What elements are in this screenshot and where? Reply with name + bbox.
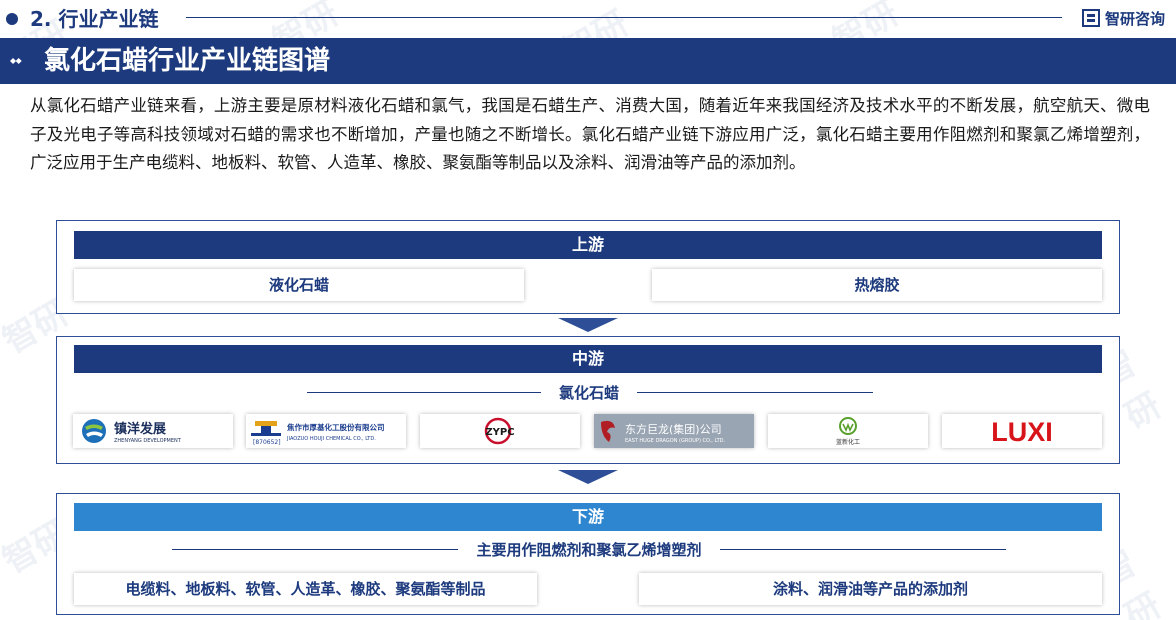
company-logo-east-huge-dragon: 东方巨龙(集团)公司 EAST HUGE DRAGON (GROUP) CO.,… [594,414,754,448]
company-name: LUXI [991,417,1053,446]
houji-logo-icon: [870652] 焦作市厚基化工股份有限公司 JIAOZUO HOUJI CHE… [251,421,385,446]
downstream-panel: 下游 主要用作阻燃剂和聚氯乙烯增塑剂 电缆料、地板料、软管、人造革、橡胶、聚氨酯… [56,493,1120,615]
lanxin-logo-icon: 蓝新化工 [836,417,860,446]
section-title: 2. 行业产业链 [30,7,159,31]
downstream-header: 下游 [74,503,1102,531]
company-logo-houji: [870652] 焦作市厚基化工股份有限公司 JIAOZUO HOUJI CHE… [246,414,406,448]
zhenyang-logo-icon: 镇洋发展 ZHENYANG DEVELOPMENT [82,419,182,444]
company-subname: JIAOZUO HOUJI CHEMICAL CO., LTD. [286,436,376,442]
section-bullet [6,13,18,25]
east-huge-dragon-logo-icon: 东方巨龙(集团)公司 EAST HUGE DRAGON (GROUP) CO.,… [601,420,725,444]
downstream-usage: 主要用作阻燃剂和聚氯乙烯增塑剂 [458,541,720,559]
company-name: ZYPC [485,427,514,438]
page-title: 氯化石蜡行业产业链图谱 [44,46,331,76]
company-logo-zhenyang: 镇洋发展 ZHENYANG DEVELOPMENT [73,414,233,448]
section-divider [186,17,1062,18]
flow-arrow-down-icon [558,470,618,484]
intro-paragraph: 从氯化石蜡产业链来看，上游主要是原材料液化石蜡和氯气，我国是石蜡生产、消费大国，… [30,96,1150,172]
company-name: 东方巨龙(集团)公司 [625,422,722,436]
upstream-panel: 上游 液化石蜡 热熔胶 [56,220,1120,314]
midstream-header: 中游 [74,345,1102,373]
company-subname: ZHENYANG DEVELOPMENT [114,438,182,444]
company-logo-luxi: LUXI [942,414,1102,448]
brand-logo: 智研咨询 [1082,6,1165,30]
downstream-item: 涂料、润滑油等产品的添加剂 [639,573,1102,605]
company-code: [870652] [253,439,281,446]
brand-mark-icon [1082,9,1100,27]
company-logo-zypc: ZYPC [420,414,580,448]
brand-name: 智研咨询 [1105,9,1166,28]
luxi-logo-icon: LUXI [991,417,1053,446]
company-logo-lanxin: 蓝新化工 [768,414,928,448]
double-diamond-icon [10,54,23,67]
company-subname: EAST HUGE DRAGON (GROUP) CO., LTD. [625,438,725,444]
company-name: 镇洋发展 [114,421,167,437]
company-name: 焦作市厚基化工股份有限公司 [286,422,385,432]
midstream-product-label: 氯化石蜡 [57,382,1121,403]
flow-arrow-down-icon [558,318,618,332]
upstream-item: 液化石蜡 [74,269,524,301]
midstream-product: 氯化石蜡 [540,384,637,402]
downstream-item: 电缆料、地板料、软管、人造革、橡胶、聚氨酯等制品 [74,573,537,605]
upstream-item: 热熔胶 [652,269,1102,301]
upstream-header: 上游 [74,231,1102,259]
title-banner: 氯化石蜡行业产业链图谱 [0,38,1176,84]
downstream-usage-label: 主要用作阻燃剂和聚氯乙烯增塑剂 [57,539,1121,560]
zypc-logo-icon: ZYPC [484,417,515,445]
company-name: 蓝新化工 [836,438,860,446]
